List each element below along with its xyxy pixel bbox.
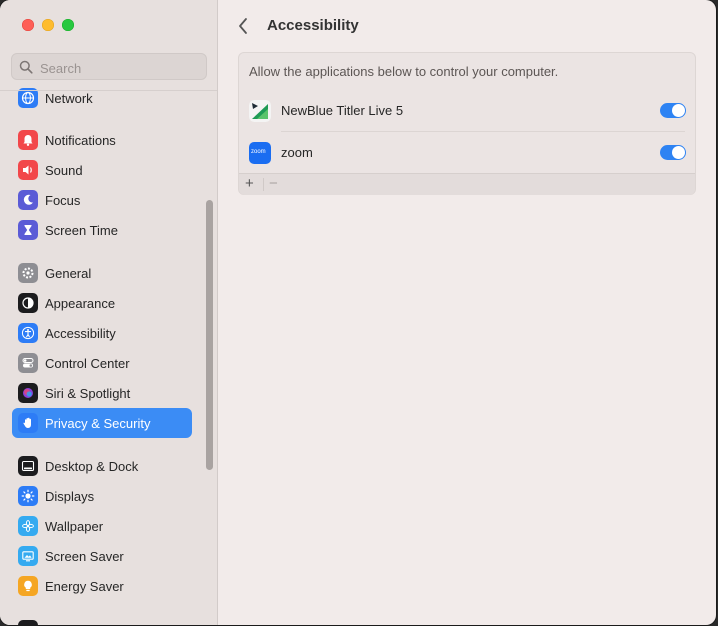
app-name: NewBlue Titler Live 5 [281,103,404,118]
sidebar: Network Notifications Sound [0,0,218,625]
flower-icon [18,516,38,536]
sidebar-item-label: Appearance [45,295,116,311]
partial-icon [18,620,38,625]
accessibility-icon [18,323,38,343]
siri-icon [18,383,38,403]
sidebar-item-label: Network [45,90,93,106]
toggles-icon [18,353,38,373]
search-field[interactable] [11,53,207,80]
sidebar-item-label: Privacy & Security [45,415,151,431]
gear-icon [18,263,38,283]
hourglass-icon [18,220,38,240]
bulb-icon [18,576,38,596]
search-input[interactable] [38,57,202,79]
toggle-knob [672,146,685,159]
minimize-window-button[interactable] [42,19,54,31]
system-settings-window: Network Notifications Sound [0,0,716,625]
sidebar-item-siri-spotlight[interactable]: Siri & Spotlight [12,378,192,408]
sidebar-item-label: Accessibility [45,325,116,341]
globe-icon [18,88,38,108]
app-name: zoom [281,145,313,160]
maximize-window-button[interactable] [62,19,74,31]
sidebar-item-focus[interactable]: Focus [12,185,192,215]
sidebar-item-control-center[interactable]: Control Center [12,348,192,378]
newblue-icon [249,100,271,122]
add-button[interactable]: + [245,175,254,192]
list-item: zoom zoom [239,132,695,174]
hand-icon [18,413,38,433]
sidebar-item-label: Displays [45,488,95,504]
sidebar-item-accessibility[interactable]: Accessibility [12,318,192,348]
sidebar-item-partial[interactable] [12,615,192,625]
accessibility-apps-panel: Allow the applications below to control … [238,52,696,195]
window-controls [22,19,74,31]
sidebar-nav: Network Notifications Sound Focus Screen… [0,83,217,625]
sidebar-item-privacy-security[interactable]: Privacy & Security [12,408,192,438]
sidebar-item-label: Screen Time [45,222,118,238]
list-item: NewBlue Titler Live 5 [239,90,695,132]
sidebar-item-wallpaper[interactable]: Wallpaper [12,511,192,541]
appearance-icon [18,293,38,313]
sidebar-item-appearance[interactable]: Appearance [12,288,192,318]
sidebar-item-label: Sound [45,162,83,178]
page-title: Accessibility [267,17,359,34]
panel-footer: + − [239,173,695,195]
main-pane: Accessibility Allow the applications bel… [218,0,716,625]
screensaver-icon [18,546,38,566]
search-icon [19,60,33,77]
dock-icon [18,456,38,476]
moon-icon [18,190,38,210]
sidebar-item-desktop-dock[interactable]: Desktop & Dock [12,451,192,481]
speaker-icon [18,160,38,180]
toggle-knob [672,104,685,117]
sidebar-item-screen-time[interactable]: Screen Time [12,215,192,245]
sidebar-item-label: Desktop & Dock [45,458,139,474]
sidebar-item-screen-saver[interactable]: Screen Saver [12,541,192,571]
sidebar-item-label: Siri & Spotlight [45,385,131,401]
sidebar-item-general[interactable]: General [12,258,192,288]
sidebar-item-label: General [45,265,92,281]
sidebar-item-sound[interactable]: Sound [12,155,192,185]
footer-divider [263,178,264,191]
bell-icon [18,130,38,150]
sidebar-item-displays[interactable]: Displays [12,481,192,511]
sun-icon [18,486,38,506]
sidebar-item-label: Wallpaper [45,518,104,534]
sidebar-item-label: Energy Saver [45,578,124,594]
zoom-icon-text: zoom [251,149,266,155]
sidebar-item-label: Screen Saver [45,548,124,564]
chevron-left-icon [239,18,247,34]
zoom-toggle[interactable] [660,145,686,160]
remove-button[interactable]: − [269,175,278,192]
sidebar-item-label: Notifications [45,132,116,148]
close-window-button[interactable] [22,19,34,31]
panel-description: Allow the applications below to control … [249,64,559,79]
sidebar-item-energy-saver[interactable]: Energy Saver [12,571,192,601]
sidebar-item-label: Control Center [45,355,130,371]
sidebar-scrollbar[interactable] [206,200,213,470]
sidebar-item-label: Focus [45,192,81,208]
sidebar-divider [0,90,217,91]
newblue-toggle[interactable] [660,103,686,118]
sidebar-item-notifications[interactable]: Notifications [12,125,192,155]
zoom-icon: zoom [249,142,271,164]
sidebar-item-network[interactable]: Network [12,83,192,113]
back-button[interactable] [236,16,252,36]
